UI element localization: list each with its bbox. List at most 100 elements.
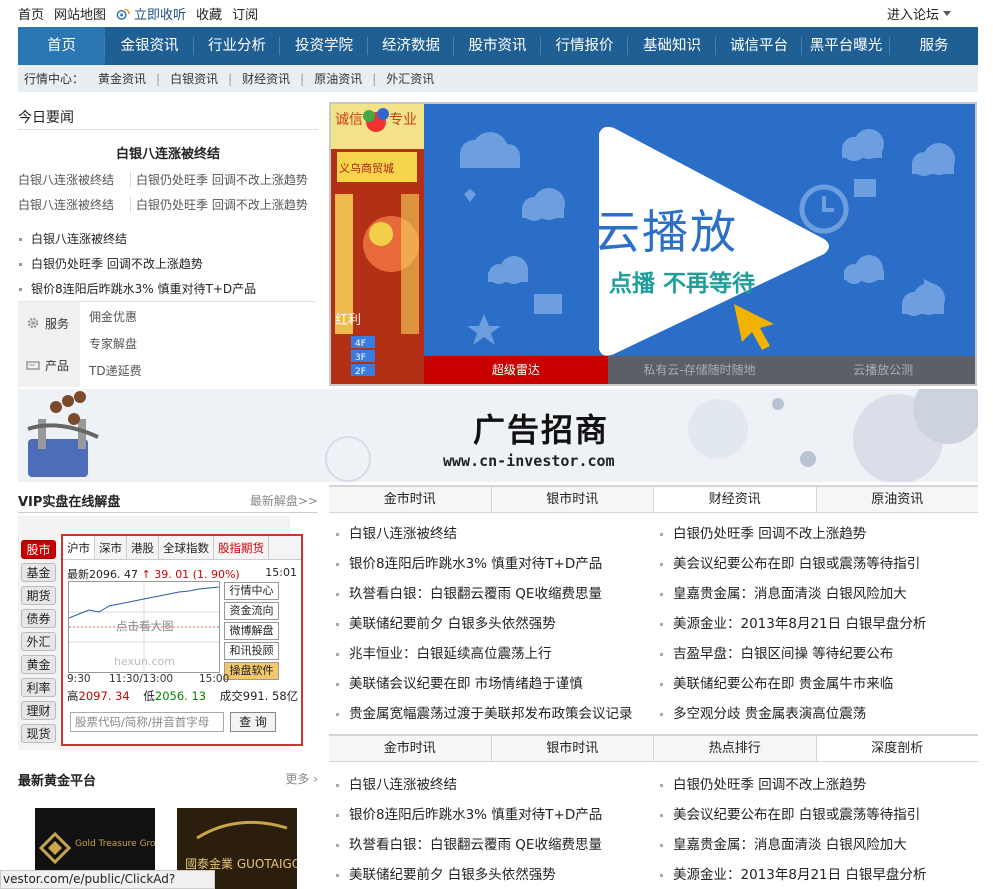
side-tab-fund[interactable]: 基金 [21, 563, 56, 582]
subnav-oil[interactable]: 原油资讯 [314, 70, 362, 87]
tab-in-depth[interactable]: 深度剖析 [816, 736, 978, 761]
tab-gold-news[interactable]: 金市时讯 [329, 487, 492, 512]
service-item[interactable]: TD递延费 [89, 362, 142, 389]
nav-investment-academy[interactable]: 投资学院 [280, 27, 368, 65]
tab-silver-news[interactable]: 银市时讯 [492, 736, 654, 761]
axis-label: 9:30 [67, 673, 91, 685]
tab-hot-ranking[interactable]: 热点排行 [654, 736, 817, 761]
side-tab-forex[interactable]: 外汇 [21, 632, 56, 651]
news-item[interactable]: 皇嘉贵金属：消息面清淡 白银风险加大 [660, 830, 977, 860]
sitemap-link[interactable]: 网站地图 [54, 4, 106, 23]
nav-trust-platform[interactable]: 诚信平台 [716, 27, 802, 65]
stock-search-input[interactable]: 股票代码/简称/拼音首字母 [70, 712, 224, 732]
news-item[interactable]: 美源金业：2013年8月21日 白银早盘分析 [660, 860, 977, 889]
news-link[interactable]: 白银八连涨被终结 [18, 171, 130, 188]
nav-industry-analysis[interactable]: 行业分析 [194, 27, 280, 65]
home-link[interactable]: 首页 [18, 4, 44, 23]
vip-more-link[interactable]: 最新解盘>> [250, 492, 318, 509]
weibo-analysis-button[interactable]: 微博解盘 [224, 622, 279, 640]
news-link[interactable]: 白银仍处旺季 回调不改上涨趋势 [130, 196, 315, 213]
nav-basics[interactable]: 基础知识 [628, 27, 716, 65]
market-widget: 沪市 深市 港股 全球指数 股指期货 最新2096. 47 ↑ 39. 01 (… [61, 534, 303, 746]
nav-economic-data[interactable]: 经济数据 [368, 27, 454, 65]
tab-sz[interactable]: 深市 [95, 536, 127, 559]
gold-more-link[interactable]: 更多 › [285, 770, 318, 790]
nav-blacklist[interactable]: 黑平台曝光 [802, 27, 890, 65]
nav-quotes[interactable]: 行情报价 [541, 27, 628, 65]
banner-tab[interactable]: 私有云-存储随时随地 [607, 356, 792, 384]
side-tab-futures[interactable]: 期货 [21, 586, 56, 605]
news-item[interactable]: 兆丰恒业：白银延续高位震荡上行 [336, 639, 653, 669]
news-item[interactable]: 美联储纪要前夕 白银多头依然强势 [336, 860, 653, 889]
list-item[interactable]: 白银仍处旺季 回调不改上涨趋势 [18, 252, 318, 277]
news-item[interactable]: 美联储纪要前夕 白银多头依然强势 [336, 609, 653, 639]
news-item[interactable]: 玖誉看白银：白银翻云覆雨 QE收缩费思量 [336, 830, 653, 860]
headline-link[interactable]: 白银八连涨被终结 [18, 143, 318, 162]
side-tab-gold[interactable]: 黄金 [21, 655, 56, 674]
trading-software-button[interactable]: 操盘软件 [224, 662, 279, 680]
nav-home[interactable]: 首页 [18, 27, 105, 65]
gear-icon [27, 317, 39, 329]
subnav-silver[interactable]: 白银资讯 [170, 70, 218, 87]
forum-dropdown[interactable]: 进入论坛 [887, 4, 951, 23]
listen-link[interactable]: 立即收听 [116, 4, 186, 23]
news-item[interactable]: 美联储纪要公布在即 贵金属牛市来临 [660, 669, 977, 699]
news-item[interactable]: 白银仍处旺季 回调不改上涨趋势 [660, 770, 977, 800]
list-item[interactable]: 白银八连涨被终结 [18, 227, 318, 252]
banner-tab[interactable]: 云播放公测 [791, 356, 976, 384]
news-item[interactable]: 白银八连涨被终结 [336, 770, 653, 800]
market-center-button[interactable]: 行情中心 [224, 582, 279, 600]
intraday-chart[interactable]: hexun.com 点击看大图 [68, 581, 220, 673]
news-item[interactable]: 美源金业：2013年8月21日 白银早盘分析 [660, 609, 977, 639]
side-ad[interactable]: 诚信 专业 义乌商贸城 红利 4F 3F 2F [331, 104, 424, 384]
nav-stock-news[interactable]: 股市资讯 [454, 27, 541, 65]
subscribe-link[interactable]: 订阅 [232, 4, 258, 23]
wide-ad-banner[interactable]: 广告招商 www.cn-investor.com [18, 389, 978, 482]
tab-oil-news[interactable]: 原油资讯 [817, 487, 979, 512]
tab-service[interactable]: 服务 [18, 302, 80, 344]
side-tab-bond[interactable]: 债券 [21, 609, 56, 628]
news-item[interactable]: 白银八连涨被终结 [336, 519, 653, 549]
query-button[interactable]: 查 询 [230, 712, 276, 732]
subnav-finance[interactable]: 财经资讯 [242, 70, 290, 87]
news-item[interactable]: 多空观分歧 贵金属表演高位震荡 [660, 699, 977, 729]
tab-index-futures[interactable]: 股指期货 [214, 536, 269, 559]
news-item[interactable]: 美会议纪要公布在即 白银或震荡等待指引 [660, 549, 977, 579]
favorite-link[interactable]: 收藏 [196, 4, 222, 23]
side-tab-stock[interactable]: 股市 [21, 540, 56, 559]
news-item[interactable]: 贵金属宽幅震荡过渡于美联邦发布政策会议记录 [336, 699, 653, 729]
side-tab-rate[interactable]: 利率 [21, 678, 56, 697]
tab-product[interactable]: 产品 [18, 344, 80, 386]
news-item[interactable]: 皇嘉贵金属：消息面清淡 白银风险加大 [660, 579, 977, 609]
tab-sh[interactable]: 沪市 [63, 536, 95, 559]
fund-flow-button[interactable]: 资金流向 [224, 602, 279, 620]
side-tab-wealth[interactable]: 理财 [21, 701, 56, 720]
nav-service[interactable]: 服务 [890, 27, 978, 65]
gold-title: 最新黄金平台 [18, 774, 97, 789]
hero-slide[interactable]: 云播放 点播 不再等待 [424, 104, 975, 356]
tab-hk[interactable]: 港股 [127, 536, 159, 559]
service-item[interactable]: 佣金优惠 [89, 308, 142, 335]
list-item[interactable]: 银价8连阳后昨跳水3% 慎重对待T+D产品 [18, 277, 318, 302]
banner-tab[interactable]: 超级雷达 [424, 356, 608, 384]
news-item[interactable]: 银价8连阳后昨跳水3% 慎重对待T+D产品 [336, 549, 653, 579]
news-link[interactable]: 白银仍处旺季 回调不改上涨趋势 [130, 171, 315, 188]
nav-gold-silver-news[interactable]: 金银资讯 [105, 27, 194, 65]
news-link[interactable]: 白银八连涨被终结 [18, 196, 130, 213]
news-item[interactable]: 美会议纪要公布在即 白银或震荡等待指引 [660, 800, 977, 830]
vip-title: VIP实盘在线解盘 [18, 494, 121, 510]
news-item[interactable]: 银价8连阳后昨跳水3% 慎重对待T+D产品 [336, 800, 653, 830]
advisor-button[interactable]: 和讯投顾 [224, 642, 279, 660]
news-item[interactable]: 玖誉看白银：白银翻云覆雨 QE收缩费思量 [336, 579, 653, 609]
tab-finance-news[interactable]: 财经资讯 [654, 487, 817, 512]
tab-global[interactable]: 全球指数 [159, 536, 214, 559]
news-item[interactable]: 吉盈早盘：白银区间操 等待纪要公布 [660, 639, 977, 669]
side-tab-spot[interactable]: 现货 [21, 724, 56, 743]
tab-gold-news[interactable]: 金市时讯 [329, 736, 492, 761]
news-item[interactable]: 白银仍处旺季 回调不改上涨趋势 [660, 519, 977, 549]
subnav-forex[interactable]: 外汇资讯 [386, 70, 434, 87]
tab-silver-news[interactable]: 银市时讯 [492, 487, 654, 512]
news-item[interactable]: 美联储会议纪要在即 市场情绪趋于谨慎 [336, 669, 653, 699]
service-item[interactable]: 专家解盘 [89, 335, 142, 362]
subnav-gold[interactable]: 黄金资讯 [98, 70, 146, 87]
